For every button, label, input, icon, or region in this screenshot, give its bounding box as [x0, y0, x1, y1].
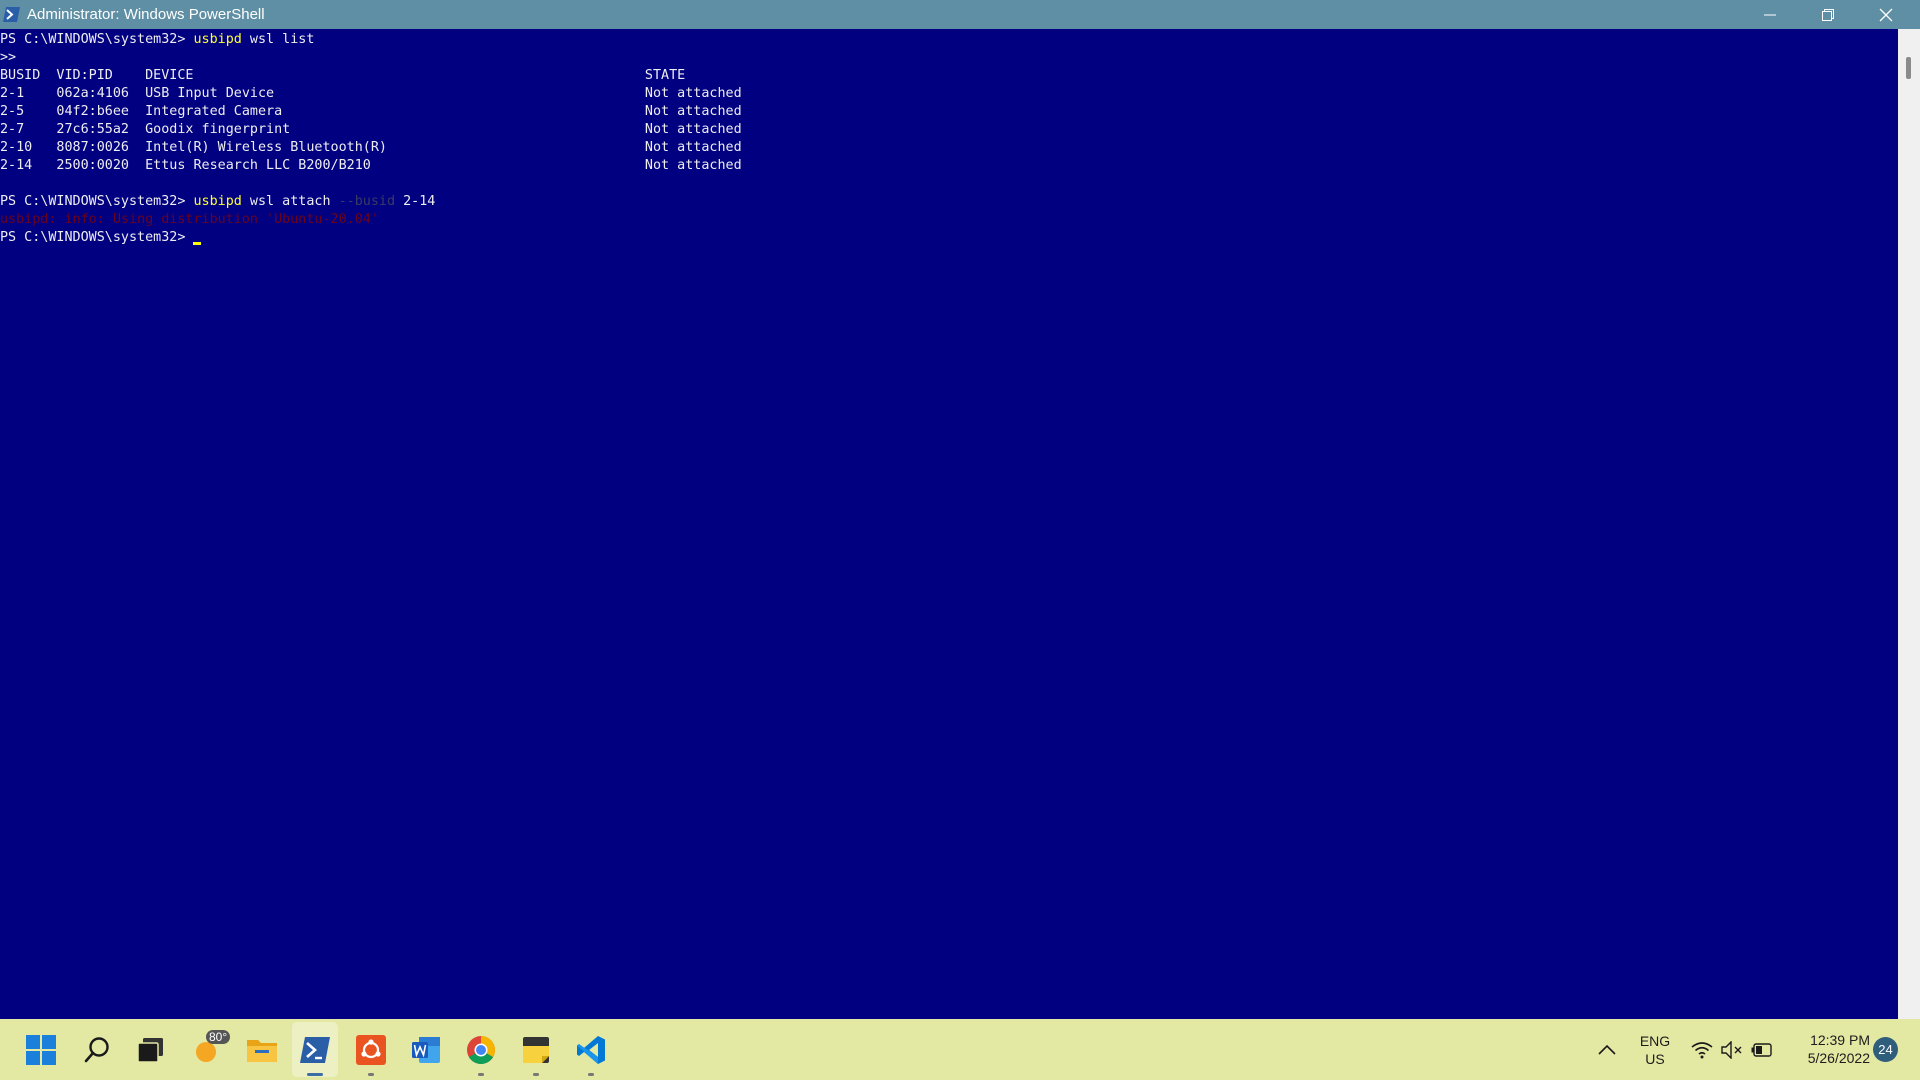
minimize-icon: [1764, 14, 1776, 15]
running-indicator: [368, 1073, 374, 1076]
ubuntu-icon: [356, 1034, 386, 1065]
taskbar-ubuntu[interactable]: [346, 1019, 396, 1080]
restore-button[interactable]: [1799, 0, 1857, 29]
console-area[interactable]: PS C:\WINDOWS\system32> usbipd wsl list …: [0, 29, 1898, 1019]
search-button[interactable]: [72, 1019, 122, 1080]
terminal-output: PS C:\WINDOWS\system32> usbipd wsl list …: [0, 31, 742, 247]
running-indicator: [478, 1073, 484, 1076]
prompt: PS C:\WINDOWS\system32>: [0, 32, 186, 47]
taskbar-vscode[interactable]: [566, 1019, 616, 1080]
prompt: PS C:\WINDOWS\system32>: [0, 230, 186, 245]
chrome-icon: [467, 1035, 495, 1064]
task-view-icon: [137, 1037, 163, 1063]
chevron-up-icon: [1598, 1044, 1616, 1055]
start-button[interactable]: [16, 1019, 66, 1080]
taskbar-sticky-notes[interactable]: [511, 1019, 561, 1080]
task-view-button[interactable]: [126, 1019, 176, 1080]
continuation-prompt: >>: [0, 50, 17, 65]
weather-temperature: 80°: [206, 1030, 231, 1044]
taskbar: 80° ENG US 12:39 PM 5/26/2022: [0, 1019, 1920, 1080]
command-value: 2-14: [395, 194, 436, 209]
vscode-icon: [577, 1035, 605, 1064]
search-icon: [84, 1036, 109, 1062]
running-indicator: [307, 1073, 323, 1076]
file-explorer-icon: [247, 1039, 277, 1062]
language-indicator[interactable]: ENG US: [1630, 1032, 1680, 1068]
taskbar-word[interactable]: [401, 1019, 451, 1080]
running-indicator: [588, 1073, 594, 1076]
taskbar-file-explorer[interactable]: [237, 1019, 287, 1080]
table-row: 2-14 2500:0020 Ettus Research LLC B200/B21…: [0, 158, 742, 173]
battery-icon: [1751, 1042, 1772, 1057]
wifi-icon: [1691, 1041, 1713, 1058]
clock-time: 12:39 PM: [1810, 1032, 1870, 1048]
show-hidden-icons-button[interactable]: [1582, 1019, 1632, 1080]
volume-muted-icon: [1721, 1040, 1742, 1059]
battery-button[interactable]: [1746, 1019, 1778, 1080]
running-indicator: [533, 1073, 539, 1076]
table-header: BUSID VID:PID DEVICE STATE: [0, 68, 686, 83]
table-row: 2-10 8087:0026 Intel(R) Wireless Bluetooth…: [0, 140, 742, 155]
window-title: Administrator: Windows PowerShell: [27, 6, 265, 23]
table-row: 2-5 04f2:b6ee Integrated Camera Not attache…: [0, 104, 742, 119]
command-parameter: --busid: [338, 194, 396, 209]
scrollbar-thumb[interactable]: [1906, 57, 1911, 79]
sticky-notes-icon: [523, 1036, 549, 1063]
table-row: 2-7 27c6:55a2 Goodix fingerprint Not attach…: [0, 122, 742, 137]
start-icon: [26, 1034, 56, 1065]
table-row: 2-1 062a:4106 USB Input Device Not attached: [0, 86, 742, 101]
weather-widget[interactable]: 80°: [182, 1019, 232, 1080]
text-cursor: [193, 242, 202, 245]
clock-date: 5/26/2022: [1807, 1050, 1870, 1066]
command-args: wsl attach: [241, 194, 339, 209]
title-bar: Administrator: Windows PowerShell: [0, 0, 1920, 29]
taskbar-chrome[interactable]: [456, 1019, 506, 1080]
command-name: usbipd: [193, 194, 242, 209]
powershell-icon: [3, 7, 20, 22]
notification-badge[interactable]: 24: [1873, 1037, 1898, 1062]
close-icon: [1879, 8, 1893, 21]
minimize-button[interactable]: [1741, 0, 1799, 29]
restore-icon: [1822, 8, 1834, 21]
info-output-line: usbipd: info: Using distribution 'Ubuntu…: [0, 212, 379, 227]
network-button[interactable]: [1686, 1019, 1718, 1080]
command-args: wsl list: [241, 32, 315, 47]
word-icon: [412, 1036, 440, 1063]
close-button[interactable]: [1857, 0, 1915, 29]
vertical-scrollbar[interactable]: [1898, 29, 1920, 1019]
volume-button[interactable]: [1716, 1019, 1748, 1080]
powershell-icon: [300, 1036, 330, 1063]
clock[interactable]: 12:39 PM 5/26/2022: [1780, 1031, 1870, 1067]
taskbar-powershell[interactable]: [290, 1019, 340, 1080]
command-name: usbipd: [193, 32, 242, 47]
prompt: PS C:\WINDOWS\system32>: [0, 194, 186, 209]
